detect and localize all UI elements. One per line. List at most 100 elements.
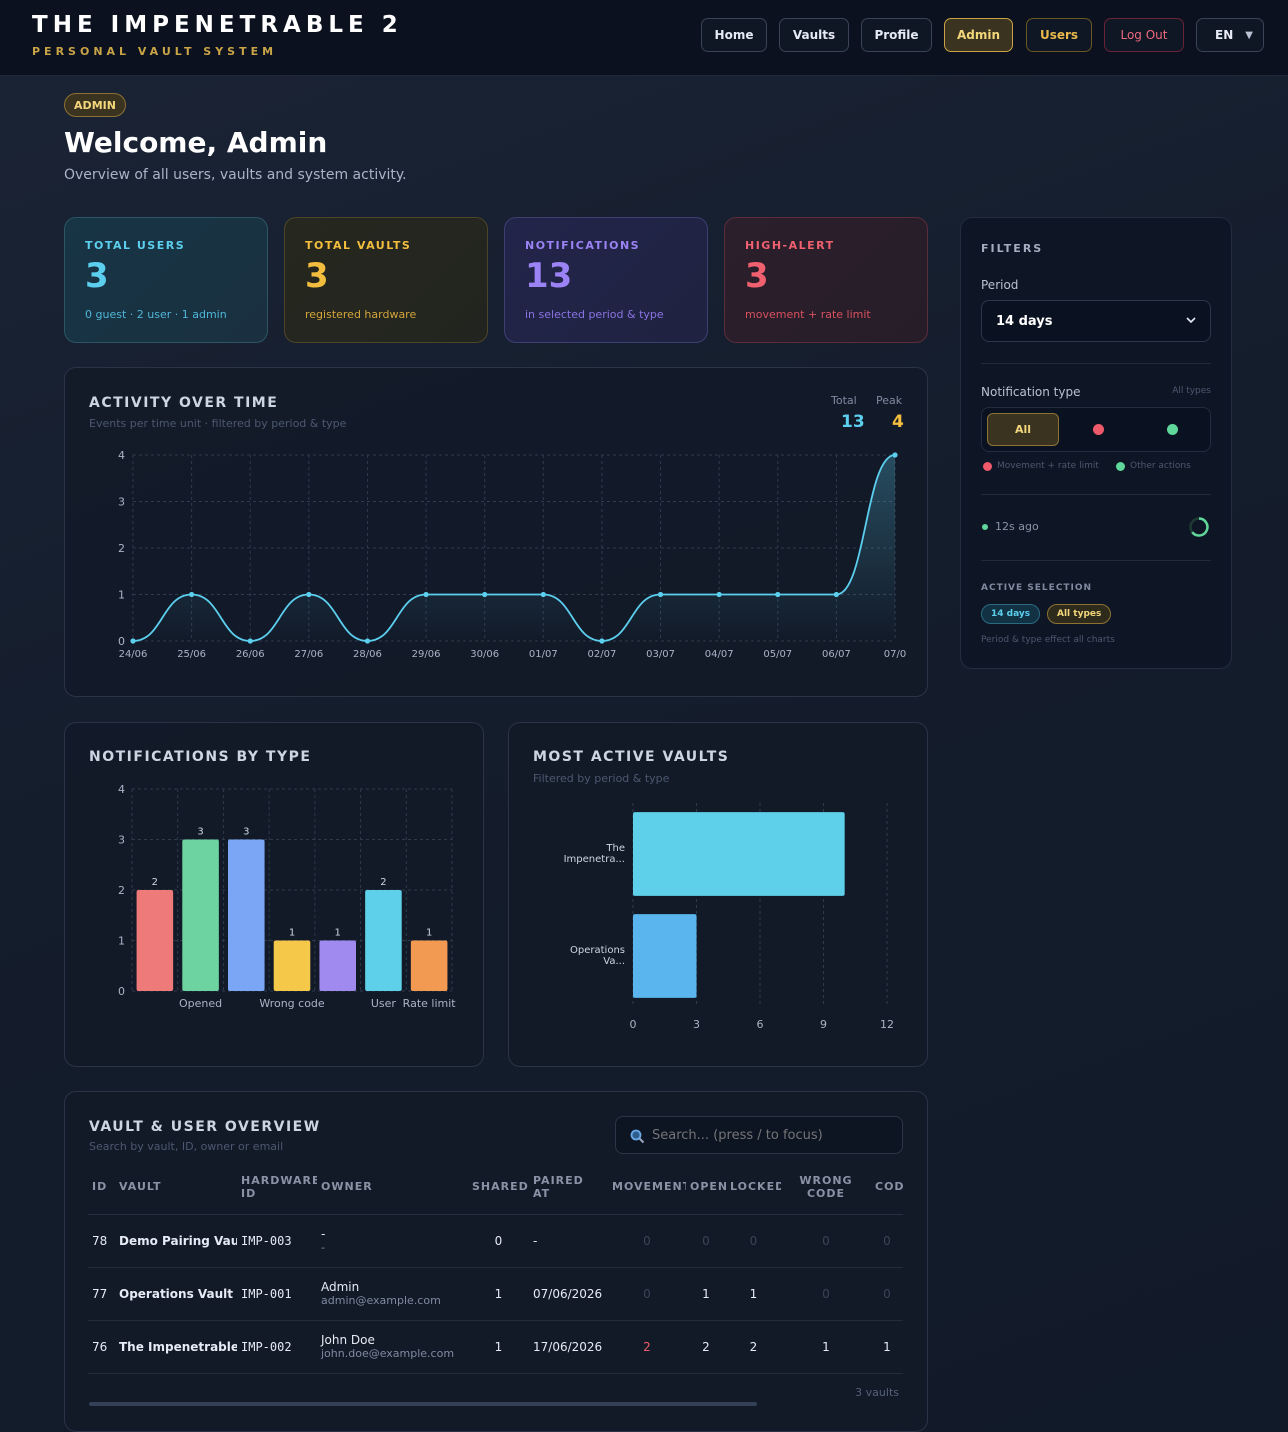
stat-label: HIGH-ALERT	[745, 239, 835, 252]
refresh-spinner-icon[interactable]	[1188, 516, 1210, 538]
y-tick-label: 1	[118, 935, 125, 948]
stat-card-high-alert: HIGH-ALERT 3 movement + rate limit	[724, 217, 928, 343]
most-active-title: MOST ACTIVE VAULTS	[533, 749, 730, 765]
type-movement-button[interactable]	[1063, 413, 1133, 446]
cell-vault: The Impenetrable II	[115, 1320, 237, 1374]
role-badge: ADMIN	[64, 93, 126, 117]
data-point	[482, 591, 488, 598]
cell-paired-at: 07/06/2026	[529, 1267, 608, 1321]
column-header[interactable]: VAULT	[115, 1160, 237, 1215]
data-point	[364, 638, 371, 644]
stat-value: 13	[525, 256, 573, 296]
cell-shared: 0	[468, 1214, 529, 1268]
overview-title: VAULT & USER OVERVIEW	[89, 1119, 321, 1135]
cell-paired-at: 17/06/2026	[529, 1320, 608, 1374]
stat-value: 3	[305, 256, 329, 296]
column-header[interactable]: CODI	[871, 1160, 903, 1215]
green-dot-icon	[1166, 424, 1178, 435]
data-label: 1	[289, 928, 295, 939]
total-label: Total	[831, 394, 857, 407]
cell-wrong-code: 0	[781, 1267, 871, 1321]
language-select[interactable]: EN ▼	[1196, 18, 1264, 52]
y-tick-label: 0	[118, 635, 125, 648]
owner-email: john.doe@example.com	[321, 1347, 455, 1360]
type-segmented-control: All	[981, 407, 1211, 452]
bar	[410, 940, 448, 991]
nav-home-button[interactable]: Home	[701, 18, 767, 52]
data-point	[247, 638, 253, 644]
bar	[273, 940, 311, 991]
cell-movement: 2	[608, 1320, 686, 1374]
column-header[interactable]: HARDWARE ID	[237, 1160, 317, 1215]
y-tick-label: 4	[118, 449, 125, 462]
y-tick-label: The	[605, 843, 625, 854]
table-row[interactable]: 76 The Impenetrable II IMP-002 John Doe …	[88, 1320, 903, 1374]
data-point	[892, 452, 898, 458]
nav-profile-button[interactable]: Profile	[861, 18, 932, 52]
notifications-bar-chart: 0 1 2 3 4 2 3 Opened 3 1 Wrong code 1 2 User 1 Rate lim…	[118, 783, 457, 1010]
cell-code: 0	[871, 1214, 903, 1268]
filters-title: FILTERS	[981, 242, 1044, 255]
stat-label: TOTAL VAULTS	[305, 239, 412, 252]
x-tick-label: 01/07	[529, 649, 558, 660]
bar	[633, 914, 697, 998]
column-header[interactable]: PAIRED AT	[529, 1160, 608, 1215]
total-value: 13	[841, 412, 865, 432]
column-header[interactable]: SHARED	[468, 1160, 529, 1215]
language-value: EN	[1215, 28, 1234, 42]
owner-email: -	[321, 1241, 325, 1254]
bar	[136, 890, 174, 991]
stat-label: NOTIFICATIONS	[525, 239, 641, 252]
app-subtitle: PERSONAL VAULT SYSTEM	[32, 45, 278, 58]
stat-card-users: TOTAL USERS 3 0 guest · 2 user · 1 admin	[64, 217, 268, 343]
cell-id: 76	[88, 1320, 115, 1374]
data-point	[540, 591, 546, 598]
legend-movement: Movement + rate limit	[997, 461, 1099, 471]
most-active-subtitle: Filtered by period & type	[533, 772, 670, 785]
column-header[interactable]: LOCKED	[726, 1160, 781, 1215]
search-input[interactable]	[652, 1125, 892, 1145]
data-point	[306, 591, 312, 598]
x-tick-label: Opened	[179, 997, 222, 1010]
column-header[interactable]: OWNER	[317, 1160, 468, 1215]
nav-admin-button[interactable]: Admin	[944, 18, 1013, 52]
period-select[interactable]: 14 days	[981, 300, 1211, 342]
stat-subtext: registered hardware	[305, 308, 417, 321]
horizontal-scrollbar[interactable]	[89, 1402, 757, 1406]
peak-value: 4	[892, 412, 904, 432]
stat-subtext: movement + rate limit	[745, 308, 871, 321]
data-point	[423, 591, 429, 598]
y-tick-label: 2	[118, 542, 125, 555]
cell-id: 78	[88, 1214, 115, 1268]
overview-table: ID VAULT HARDWARE ID OWNER SHARED PAIRED…	[88, 1160, 903, 1374]
chevron-down-icon: ▼	[1245, 29, 1253, 41]
stat-subtext: in selected period & type	[525, 308, 664, 321]
column-header[interactable]: ID	[88, 1160, 115, 1215]
app-title: THE IMPENETRABLE 2	[32, 12, 403, 38]
column-header[interactable]: OPEN	[686, 1160, 726, 1215]
cell-wrong-code: 1	[781, 1320, 871, 1374]
data-label: 3	[197, 827, 203, 838]
cell-open: 0	[686, 1214, 726, 1268]
table-row[interactable]: 77 Operations Vault IMP-001 Admin admin@…	[88, 1267, 903, 1321]
activity-title: ACTIVITY OVER TIME	[89, 395, 279, 411]
logout-button[interactable]: Log Out	[1104, 18, 1184, 52]
y-tick-label: 3	[118, 496, 125, 509]
search-box[interactable]	[615, 1116, 903, 1154]
y-tick-label: 1	[118, 589, 125, 602]
cell-code: 0	[871, 1267, 903, 1321]
table-row[interactable]: 78 Demo Pairing Vault IMP-003 - - 0 - 0 …	[88, 1214, 903, 1268]
column-header[interactable]: MOVEMENT	[608, 1160, 686, 1215]
cell-paired-at: -	[529, 1214, 608, 1268]
stat-label: TOTAL USERS	[85, 239, 186, 252]
activity-line-chart: 0 1 2 3 4 24/06 25/06 26/06 27/06 28/06 29/06 30/06…	[118, 449, 906, 660]
x-tick-label: Wrong code	[259, 997, 325, 1010]
x-tick-label: Rate limit	[403, 997, 457, 1010]
nav-users-button[interactable]: Users	[1026, 18, 1092, 52]
type-other-button[interactable]	[1137, 413, 1207, 446]
column-header[interactable]: WRONG CODE	[781, 1160, 871, 1215]
bar	[182, 839, 219, 991]
x-tick-label: 6	[757, 1018, 764, 1031]
type-all-button[interactable]: All	[987, 413, 1059, 446]
nav-vaults-button[interactable]: Vaults	[779, 18, 849, 52]
